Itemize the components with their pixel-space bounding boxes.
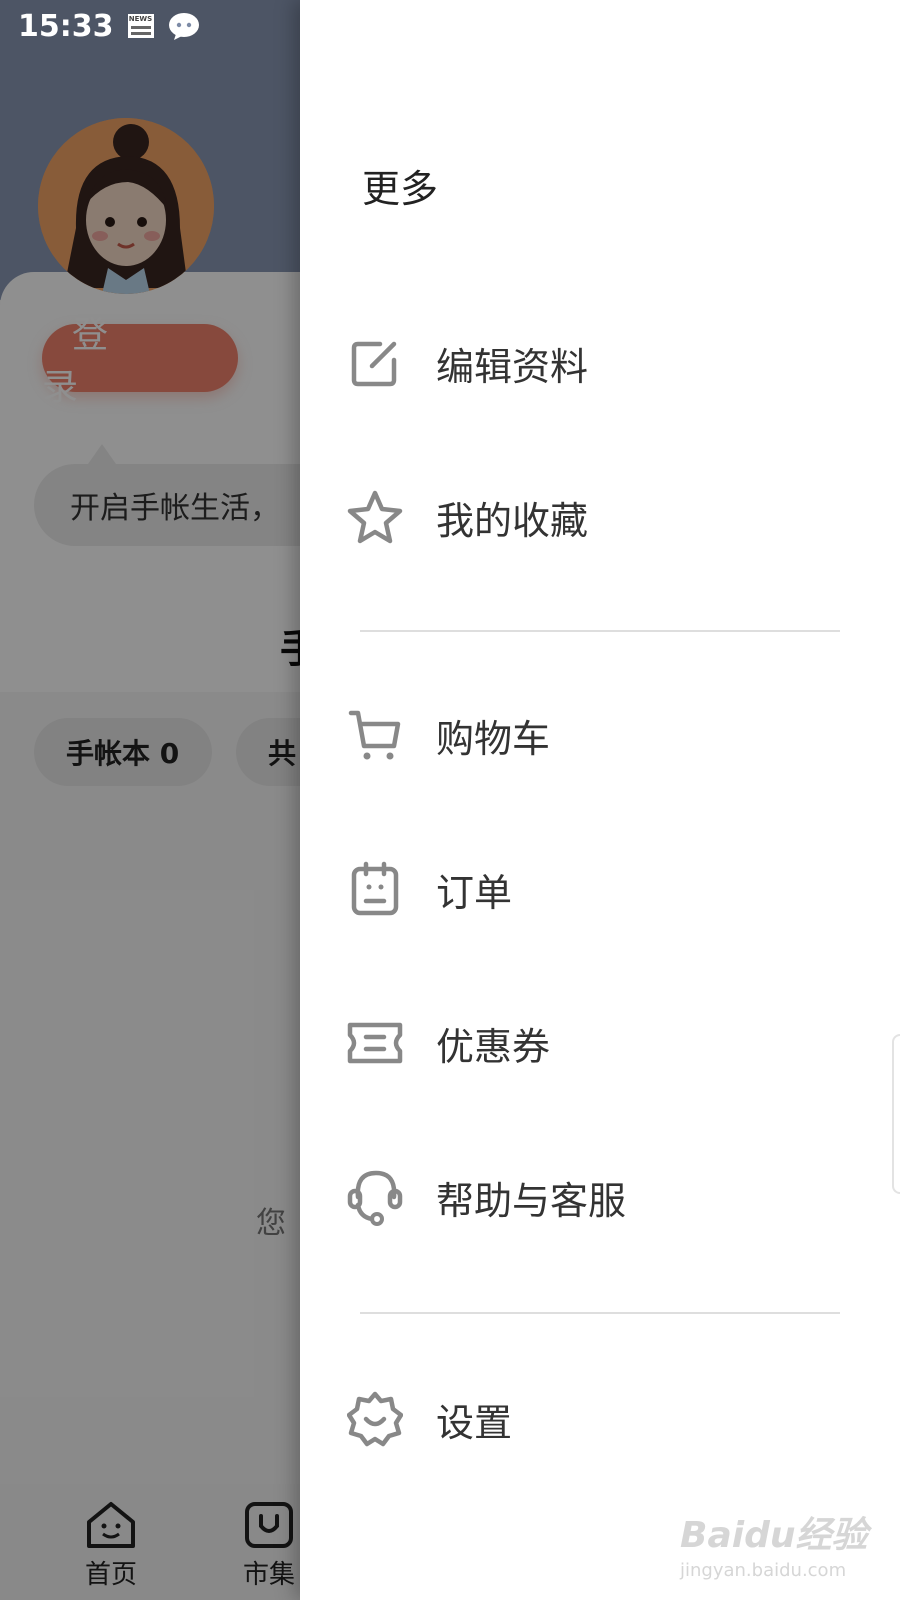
- menu-item-label: 编辑资料: [436, 344, 589, 389]
- menu-divider: [360, 630, 840, 632]
- more-drawer: 更多 编辑资料 我的收藏 购物车 订单 优惠券 帮助与客服 设置 Baidu经验…: [300, 0, 900, 1600]
- order-icon: [344, 858, 406, 920]
- menu-item-help[interactable]: 帮助与客服: [344, 1152, 864, 1242]
- menu-item-label: 购物车: [436, 716, 551, 761]
- menu-item-favorites[interactable]: 我的收藏: [344, 472, 864, 562]
- cart-icon: [344, 704, 406, 766]
- menu-item-label: 帮助与客服: [436, 1178, 627, 1223]
- star-icon: [344, 486, 406, 548]
- headset-icon: [344, 1166, 406, 1228]
- menu-divider: [360, 1312, 840, 1314]
- drawer-title: 更多: [362, 167, 439, 211]
- menu-item-label: 我的收藏: [436, 498, 589, 543]
- settings-icon: [344, 1388, 406, 1450]
- watermark-url: jingyan.baidu.com: [680, 1560, 847, 1581]
- news-icon-line: [130, 26, 151, 29]
- menu-item-label: 优惠券: [436, 1024, 551, 1069]
- menu-item-label: 设置: [436, 1400, 513, 1445]
- news-icon-label: NEWS: [128, 15, 153, 23]
- menu-item-coupons[interactable]: 优惠券: [344, 998, 864, 1088]
- edit-icon: [344, 332, 406, 394]
- news-notification-icon: NEWS: [127, 14, 154, 38]
- menu-item-orders[interactable]: 订单: [344, 844, 864, 934]
- status-time: 15:33: [18, 8, 114, 44]
- edge-swipe-handle[interactable]: [892, 1034, 900, 1194]
- watermark: Baidu经验 jingyan.baidu.com: [680, 1506, 867, 1581]
- news-icon-line: [130, 32, 151, 35]
- wechat-notification-icon: [168, 12, 200, 40]
- coupon-icon: [344, 1012, 406, 1074]
- menu-item-cart[interactable]: 购物车: [344, 690, 864, 780]
- watermark-main: Baidu经验: [680, 1515, 868, 1556]
- menu-item-settings[interactable]: 设置: [344, 1374, 864, 1464]
- menu-item-edit-profile[interactable]: 编辑资料: [344, 318, 864, 408]
- status-bar: 15:33 NEWS: [0, 0, 300, 52]
- menu-item-label: 订单: [436, 870, 513, 915]
